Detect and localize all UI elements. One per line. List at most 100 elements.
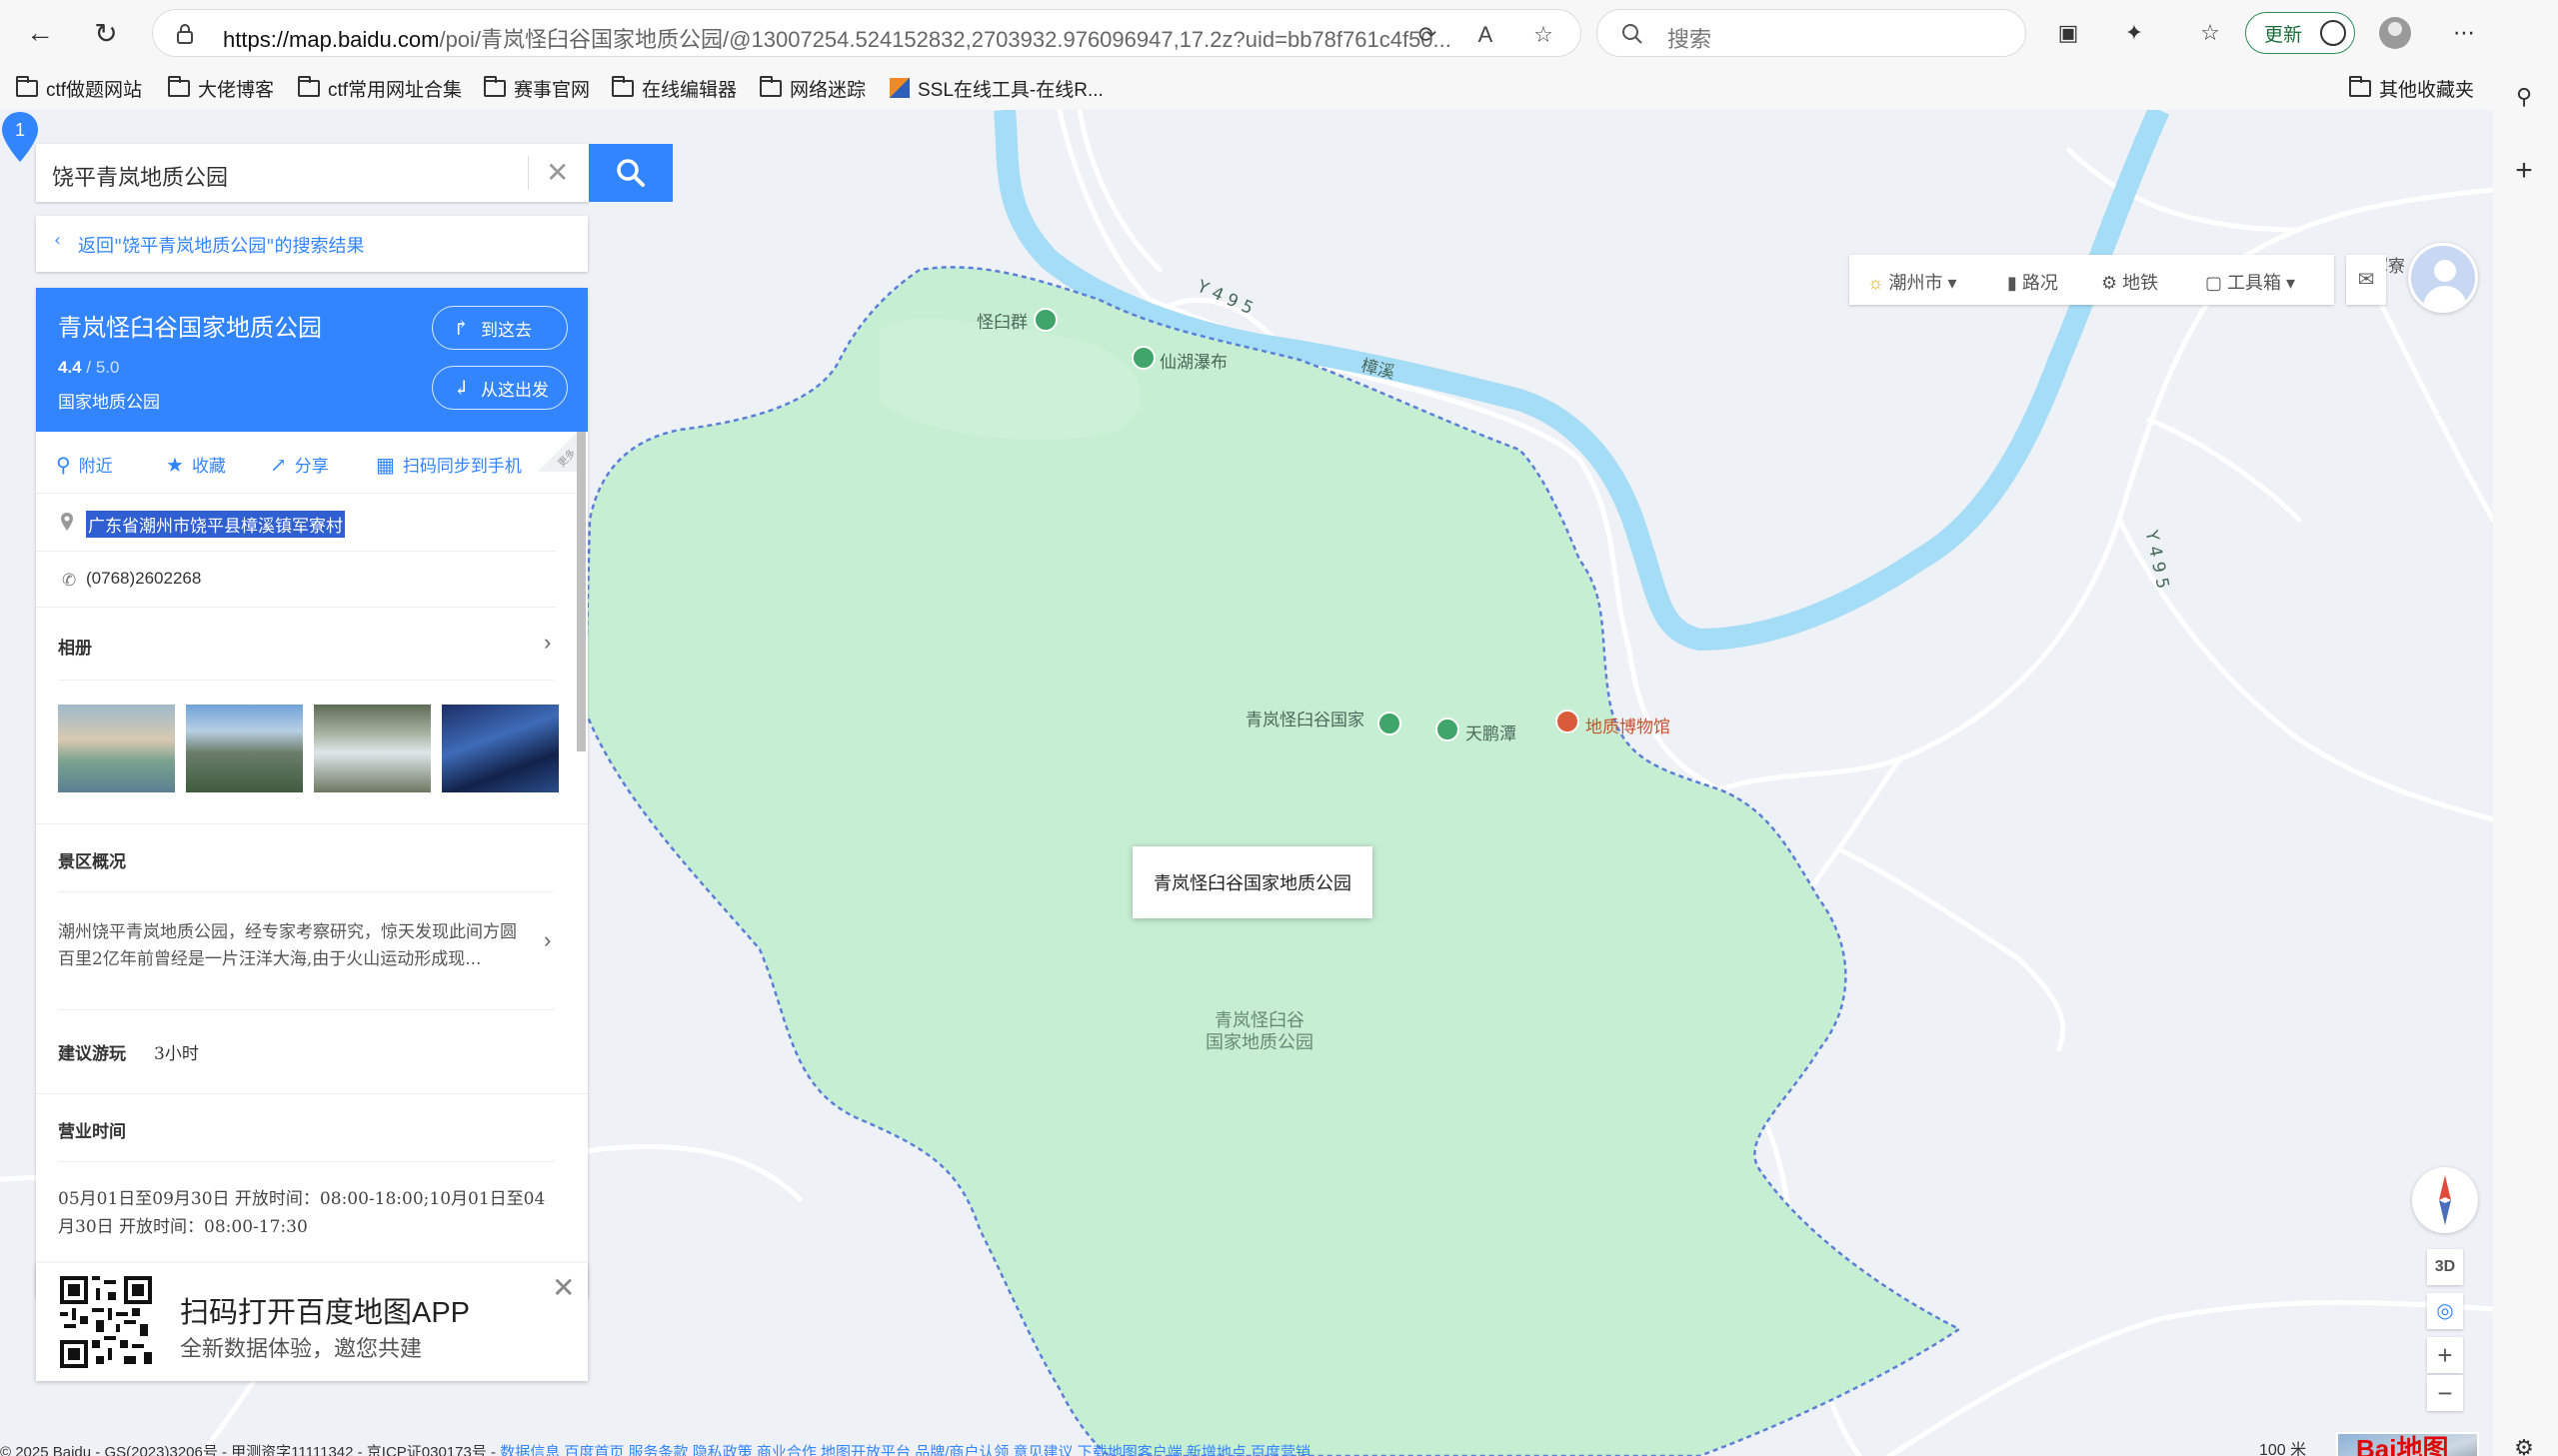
message-icon[interactable]: ✉	[2346, 255, 2386, 305]
start-from-here-button[interactable]: ↲ 从这出发	[432, 366, 568, 410]
chevron-right-icon[interactable]: ›	[544, 927, 551, 953]
zoom-in-button[interactable]: +	[2427, 1337, 2463, 1373]
back-icon[interactable]: ←	[20, 13, 60, 53]
overview-text[interactable]: 潮州饶平青岚地质公园，经专家考察研究，惊天发现此间方圆百里2亿年前曾经是一片汪洋…	[58, 919, 528, 973]
back-to-results-link[interactable]: ‹ 返回"饶平青岚地质公园"的搜索结果	[36, 216, 588, 272]
panel-scrollbar[interactable]	[577, 432, 586, 751]
metro-toggle[interactable]: ⚙ 地铁	[2101, 269, 2158, 295]
favorites-icon[interactable]: ☆	[2193, 16, 2227, 50]
update-badge-icon	[2320, 20, 2346, 46]
scenic-poi-icon[interactable]	[1034, 308, 1058, 332]
read-aloud-icon[interactable]: A	[1472, 22, 1498, 48]
map-label-park-area[interactable]: 青岚怪臼谷国家	[1246, 706, 1364, 730]
nearby-button[interactable]: ⚲ 附近	[56, 452, 113, 478]
poi-actions: ⚲ 附近 ★ 收藏 ↗ 分享 ▦ 扫码同步到手机	[36, 432, 588, 494]
album-photo-3[interactable]	[314, 705, 431, 792]
map-pin-label: 青岚怪臼谷 国家地质公园	[1206, 1010, 1313, 1052]
map-label-geology-museum[interactable]: 地质博物馆	[1585, 713, 1670, 737]
traffic-toggle[interactable]: ▮ 路况	[2007, 269, 2058, 295]
compass-icon[interactable]	[2412, 1167, 2478, 1233]
sidebar-add-icon[interactable]: +	[2507, 154, 2541, 188]
sidebar-search-icon[interactable]: ⚲	[2507, 80, 2541, 114]
map-label-xianhu-falls[interactable]: 仙湖瀑布	[1160, 348, 1228, 373]
scenic-poi-icon[interactable]	[1377, 712, 1401, 735]
poi-phone[interactable]: (0768)2602268	[86, 569, 201, 589]
opening-hours-text: 05月01日至09月30日 开放时间：08:00-18:00;10月01日至04…	[58, 1189, 546, 1237]
bookmark-blogs[interactable]: 大佬博客	[168, 74, 274, 102]
update-button[interactable]: 更新	[2245, 12, 2355, 54]
address-row: 广东省潮州市饶平县樟溪镇军寮村	[36, 494, 556, 552]
browser-search-box[interactable]: 搜索	[1596, 9, 2026, 57]
search-query[interactable]: 饶平青岚地质公园	[52, 160, 228, 192]
bookmark-events[interactable]: 赛事官网	[484, 74, 590, 102]
poi-info-bubble[interactable]: 青岚怪臼谷国家地质公园	[1133, 846, 1372, 918]
divider	[36, 1093, 588, 1094]
search-icon	[1622, 24, 1642, 44]
scan-sync-button[interactable]: ▦ 扫码同步到手机	[376, 452, 522, 478]
extensions-icon[interactable]: ✦	[2117, 16, 2151, 50]
sun-icon: ☼	[1867, 273, 1884, 293]
divider	[58, 891, 554, 892]
city-switcher[interactable]: ☼ 潮州市 ▾	[1867, 269, 1957, 295]
markdown-extension-icon[interactable]: ▣	[2051, 16, 2085, 50]
map-label-guaijiu[interactable]: 怪臼群	[977, 308, 1028, 333]
album-photo-4[interactable]	[442, 705, 559, 792]
poi-rating: 4.4 / 5.0	[58, 358, 120, 377]
qr-grid-icon: ▦	[376, 452, 395, 477]
chevron-right-icon[interactable]: ›	[544, 630, 551, 656]
more-menu-icon[interactable]: ⋯	[2447, 16, 2481, 50]
user-avatar[interactable]	[2408, 243, 2478, 313]
footer-links[interactable]: 数据信息 百度首页 服务条款 隐私政策 商业合作 地图开放平台 品牌/商户认领 …	[500, 1444, 1310, 1456]
poi-address[interactable]: 广东省潮州市饶平县樟溪镇军寮村	[86, 511, 345, 538]
favorite-button[interactable]: ★ 收藏	[166, 452, 226, 478]
map-search-input[interactable]: 饶平青岚地质公园 ✕	[36, 144, 589, 202]
address-bar[interactable]: https://map.baidu.com/poi/青岚怪臼谷国家地质公园/@1…	[152, 9, 1581, 57]
copyright-text: © 2025 Baidu - GS(2023)3206号 - 甲测资字11111…	[0, 1444, 497, 1456]
album-photo-1[interactable]	[58, 705, 175, 792]
search-divider	[528, 156, 529, 190]
bookmark-ctf-sites[interactable]: ctf做题网站	[16, 74, 142, 102]
poi-category: 国家地质公园	[58, 393, 160, 413]
bookmark-editors[interactable]: 在线编辑器	[612, 74, 737, 102]
toolbox-menu[interactable]: ▢ 工具箱 ▾	[2205, 269, 2295, 295]
divider	[36, 823, 588, 824]
folder-icon	[2349, 75, 2371, 97]
folder-icon	[16, 75, 38, 97]
map-label-tianpeng-pool[interactable]: 天鹏潭	[1465, 720, 1516, 744]
3d-toggle[interactable]: 3D	[2427, 1249, 2463, 1285]
route-from-icon: ↲	[453, 376, 470, 400]
ssl-site-icon	[890, 78, 910, 98]
folder-icon	[168, 75, 190, 97]
scenic-poi-icon[interactable]	[1132, 346, 1156, 370]
bookmark-other-folder[interactable]: 其他收藏夹	[2349, 74, 2474, 102]
bookmark-ctf-links[interactable]: ctf常用网址合集	[298, 74, 462, 102]
browser-sidebar: ⚲ + ⚙	[2493, 66, 2558, 1456]
museum-poi-icon[interactable]	[1555, 710, 1579, 733]
more-corner-tag[interactable]: 更多	[538, 432, 578, 472]
divider	[58, 1009, 554, 1010]
favorite-star-icon[interactable]: ☆	[1530, 22, 1556, 48]
locate-icon[interactable]: ◎	[2427, 1293, 2463, 1329]
share-icon: ↗	[270, 452, 287, 477]
phone-row: ✆ (0768)2602268	[36, 552, 556, 608]
album-title[interactable]: 相册	[58, 634, 92, 659]
back-link-text: 返回"饶平青岚地质公园"的搜索结果	[78, 236, 365, 257]
bookmark-ssl-tools[interactable]: SSL在线工具-在线R...	[890, 74, 1104, 102]
map-pin-icon[interactable]: 1	[0, 110, 40, 166]
zoom-out-button[interactable]: −	[2427, 1375, 2463, 1411]
album-photo-2[interactable]	[186, 705, 303, 792]
bookmark-osint[interactable]: 网络迷踪	[760, 74, 866, 102]
map-search-button[interactable]	[589, 144, 673, 202]
clear-icon[interactable]: ✕	[546, 156, 569, 189]
translate-icon[interactable]: ⟳	[1414, 22, 1440, 48]
close-icon[interactable]: ✕	[552, 1271, 575, 1304]
update-label: 更新	[2264, 24, 2303, 46]
share-button[interactable]: ↗ 分享	[270, 452, 329, 478]
profile-avatar[interactable]	[2379, 17, 2411, 49]
scenic-poi-icon[interactable]	[1435, 718, 1459, 741]
refresh-icon[interactable]: ↻	[86, 13, 126, 53]
sidebar-settings-icon[interactable]: ⚙	[2507, 1431, 2541, 1456]
go-here-button[interactable]: ↱ 到这去	[432, 306, 568, 350]
poi-detail-panel: 青岚怪臼谷国家地质公园 4.4 / 5.0 国家地质公园 ↱ 到这去 ↲ 从这出发 …	[36, 288, 588, 1297]
metro-icon: ⚙	[2101, 273, 2118, 293]
